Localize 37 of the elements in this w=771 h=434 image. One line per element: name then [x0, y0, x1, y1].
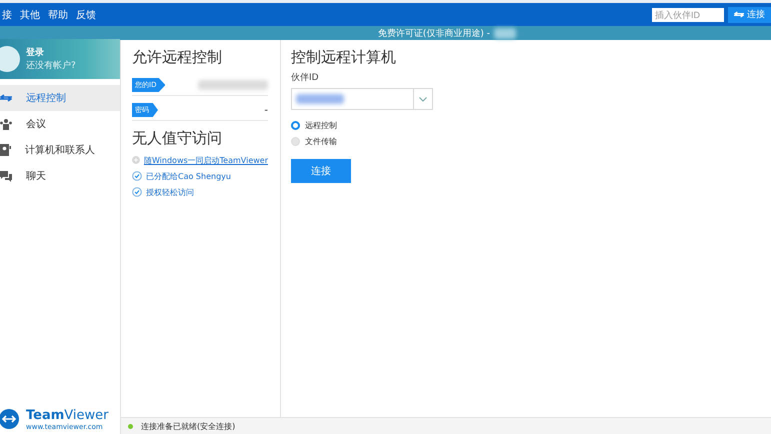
- password-value: -: [264, 104, 268, 116]
- unattended-title: 无人值守访问: [132, 129, 223, 148]
- menu-item[interactable]: 接: [0, 8, 16, 22]
- nav-item[interactable]: 会议: [0, 111, 120, 137]
- blurred-name: [494, 28, 516, 38]
- mode-radio[interactable]: 远程控制: [291, 117, 761, 133]
- autostart-link[interactable]: 随Windows一同启动TeamViewer: [144, 154, 268, 166]
- status-text: 已分配给Cao Shengyu: [146, 170, 231, 182]
- caret-icon: [419, 96, 427, 102]
- status-dot: [128, 424, 133, 428]
- menu-item[interactable]: 其他: [16, 8, 44, 22]
- connect-button[interactable]: 连接: [291, 159, 351, 183]
- sign-in-link[interactable]: 登录: [26, 46, 76, 59]
- blurred-id: [198, 80, 268, 90]
- status-text: 授权轻松访问: [146, 186, 194, 198]
- nav-item[interactable]: 远程控制: [0, 85, 120, 111]
- arrows-icon: [734, 11, 744, 18]
- connect-button[interactable]: 连接: [728, 6, 771, 22]
- mode-radio[interactable]: 文件传输: [291, 133, 761, 149]
- license-text: 免费许可证(仅非商业用途) -: [378, 28, 490, 40]
- menu-item[interactable]: 反馈: [72, 8, 100, 22]
- radio-button[interactable]: [291, 120, 300, 130]
- arrows-icon: [0, 94, 12, 102]
- menu-item[interactable]: 帮助: [44, 8, 72, 22]
- allow-title: 允许远程控制: [132, 48, 223, 67]
- partner-id-label: 伙伴ID: [291, 72, 320, 84]
- chat-icon: [0, 170, 12, 182]
- nav-item[interactable]: 计算机和联系人: [0, 137, 120, 163]
- nav-item[interactable]: 聊天: [0, 163, 120, 189]
- status-text: 连接准备已就绪(安全连接): [141, 420, 236, 432]
- partner-id-combo[interactable]: [291, 88, 433, 110]
- control-title: 控制远程计算机: [291, 48, 397, 67]
- brand-name: TeamViewer: [26, 408, 108, 422]
- people-icon: [0, 118, 12, 130]
- no-account-text: 还没有帐户?: [26, 60, 76, 72]
- partner-id-input[interactable]: 插入伙伴ID: [652, 8, 724, 22]
- avatar-icon: [0, 46, 20, 72]
